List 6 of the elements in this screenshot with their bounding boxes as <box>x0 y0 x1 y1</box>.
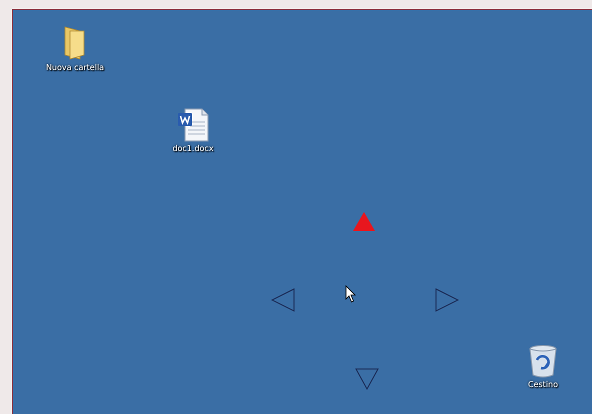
icon-label[interactable]: Nuova cartella <box>46 64 104 73</box>
icon-label[interactable]: Cestino <box>528 381 558 390</box>
word-document-icon[interactable] <box>176 108 210 142</box>
recycle-bin-icon[interactable] <box>528 344 558 378</box>
mouse-cursor-icon <box>345 285 356 303</box>
icon-label[interactable]: doc1.docx <box>172 145 214 154</box>
